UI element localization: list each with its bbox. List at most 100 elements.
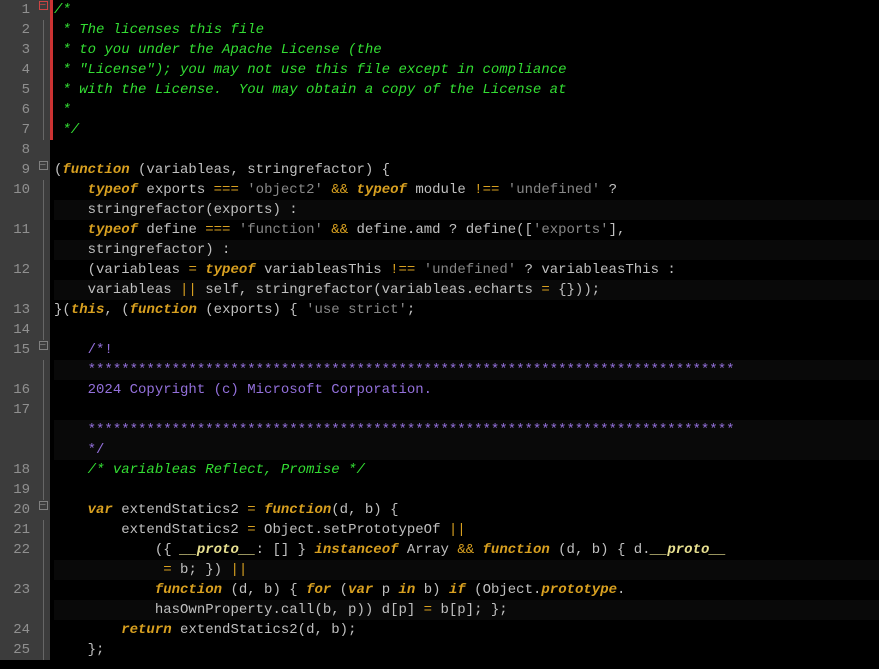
code-line[interactable] xyxy=(54,140,879,160)
line-number[interactable]: 8 xyxy=(8,140,30,160)
line-number[interactable] xyxy=(8,560,30,580)
fold-marker[interactable] xyxy=(36,40,50,60)
code-line[interactable]: var extendStatics2 = function(d, b) { xyxy=(54,500,879,520)
code-line[interactable] xyxy=(54,320,879,340)
code-line[interactable]: * The licenses this file xyxy=(54,20,879,40)
line-number[interactable] xyxy=(8,280,30,300)
code-line[interactable]: (function (variableas, stringrefactor) { xyxy=(54,160,879,180)
fold-marker[interactable] xyxy=(36,0,50,20)
fold-collapse-icon[interactable] xyxy=(39,1,48,10)
code-line[interactable]: * xyxy=(54,100,879,120)
line-number[interactable]: 3 xyxy=(8,40,30,60)
code-line[interactable]: /*! xyxy=(54,340,879,360)
code-line[interactable]: function (d, b) { for (var p in b) if (O… xyxy=(54,580,879,600)
fold-marker[interactable] xyxy=(36,260,50,280)
code-line[interactable]: extendStatics2 = Object.setPrototypeOf |… xyxy=(54,520,879,540)
line-number[interactable]: 18 xyxy=(8,460,30,480)
line-number[interactable]: 12 xyxy=(8,260,30,280)
fold-marker[interactable] xyxy=(36,60,50,80)
code-editor[interactable]: 1234567891011121314151617181920212223242… xyxy=(0,0,879,660)
line-number[interactable]: 24 xyxy=(8,620,30,640)
fold-marker[interactable] xyxy=(36,420,50,440)
code-line[interactable]: typeof exports === 'object2' && typeof m… xyxy=(54,180,879,200)
line-number[interactable]: 5 xyxy=(8,80,30,100)
line-number[interactable]: 1 xyxy=(8,0,30,20)
line-number[interactable]: 9 xyxy=(8,160,30,180)
fold-marker[interactable] xyxy=(36,80,50,100)
fold-marker[interactable] xyxy=(36,360,50,380)
fold-marker[interactable] xyxy=(36,640,50,660)
line-number[interactable]: 6 xyxy=(8,100,30,120)
line-number-gutter[interactable]: 1234567891011121314151617181920212223242… xyxy=(0,0,36,660)
code-line[interactable]: (variableas = typeof variableasThis !== … xyxy=(54,260,879,280)
fold-marker[interactable] xyxy=(36,620,50,640)
code-line[interactable]: * "License"); you may not use this file … xyxy=(54,60,879,80)
line-number[interactable]: 15 xyxy=(8,340,30,360)
fold-marker[interactable] xyxy=(36,180,50,200)
line-number[interactable]: 19 xyxy=(8,480,30,500)
fold-marker[interactable] xyxy=(36,200,50,220)
code-line[interactable]: */ xyxy=(54,120,879,140)
line-number[interactable]: 23 xyxy=(8,580,30,600)
fold-marker[interactable] xyxy=(36,560,50,580)
fold-marker[interactable] xyxy=(36,540,50,560)
fold-column[interactable] xyxy=(36,0,50,660)
fold-marker[interactable] xyxy=(36,460,50,480)
fold-marker[interactable] xyxy=(36,280,50,300)
code-content[interactable]: /* * The licenses this file * to you und… xyxy=(50,0,879,660)
line-number[interactable]: 11 xyxy=(8,220,30,240)
code-line[interactable]: /* variableas Reflect, Promise */ xyxy=(54,460,879,480)
code-line[interactable]: return extendStatics2(d, b); xyxy=(54,620,879,640)
line-number[interactable] xyxy=(8,360,30,380)
fold-marker[interactable] xyxy=(36,440,50,460)
fold-collapse-icon[interactable] xyxy=(39,501,48,510)
line-number[interactable] xyxy=(8,600,30,620)
code-line[interactable]: stringrefactor) : xyxy=(54,240,879,260)
code-line[interactable] xyxy=(54,480,879,500)
line-number[interactable]: 2 xyxy=(8,20,30,40)
line-number[interactable]: 17 xyxy=(8,400,30,420)
line-number[interactable]: 16 xyxy=(8,380,30,400)
fold-collapse-icon[interactable] xyxy=(39,341,48,350)
code-line[interactable]: }(this, (function (exports) { 'use stric… xyxy=(54,300,879,320)
code-line[interactable]: /* xyxy=(54,0,879,20)
fold-marker[interactable] xyxy=(36,240,50,260)
code-line[interactable]: typeof define === 'function' && define.a… xyxy=(54,220,879,240)
line-number[interactable] xyxy=(8,420,30,440)
line-number[interactable]: 4 xyxy=(8,60,30,80)
code-line[interactable]: * to you under the Apache License (the xyxy=(54,40,879,60)
code-line[interactable]: * with the License. You may obtain a cop… xyxy=(54,80,879,100)
code-line[interactable]: stringrefactor(exports) : xyxy=(54,200,879,220)
fold-marker[interactable] xyxy=(36,500,50,520)
line-number[interactable] xyxy=(8,240,30,260)
line-number[interactable]: 20 xyxy=(8,500,30,520)
fold-marker[interactable] xyxy=(36,20,50,40)
line-number[interactable] xyxy=(8,200,30,220)
line-number[interactable]: 13 xyxy=(8,300,30,320)
code-line[interactable]: = b; }) || xyxy=(54,560,879,580)
code-line[interactable] xyxy=(54,400,879,420)
line-number[interactable]: 7 xyxy=(8,120,30,140)
fold-marker[interactable] xyxy=(36,100,50,120)
line-number[interactable]: 21 xyxy=(8,520,30,540)
fold-marker[interactable] xyxy=(36,160,50,180)
fold-marker[interactable] xyxy=(36,600,50,620)
code-line[interactable]: variableas || self, stringrefactor(varia… xyxy=(54,280,879,300)
fold-marker[interactable] xyxy=(36,520,50,540)
fold-marker[interactable] xyxy=(36,380,50,400)
fold-marker[interactable] xyxy=(36,120,50,140)
line-number[interactable]: 25 xyxy=(8,640,30,660)
code-line[interactable]: ****************************************… xyxy=(54,360,879,380)
fold-marker[interactable] xyxy=(36,220,50,240)
code-line[interactable]: 2024 Copyright (c) Microsoft Corporation… xyxy=(54,380,879,400)
fold-marker[interactable] xyxy=(36,400,50,420)
code-line[interactable]: ****************************************… xyxy=(54,420,879,440)
fold-collapse-icon[interactable] xyxy=(39,161,48,170)
line-number[interactable] xyxy=(8,440,30,460)
line-number[interactable]: 10 xyxy=(8,180,30,200)
fold-marker[interactable] xyxy=(36,580,50,600)
fold-marker[interactable] xyxy=(36,340,50,360)
code-line[interactable]: }; xyxy=(54,640,879,660)
line-number[interactable]: 22 xyxy=(8,540,30,560)
code-line[interactable]: hasOwnProperty.call(b, p)) d[p] = b[p]; … xyxy=(54,600,879,620)
